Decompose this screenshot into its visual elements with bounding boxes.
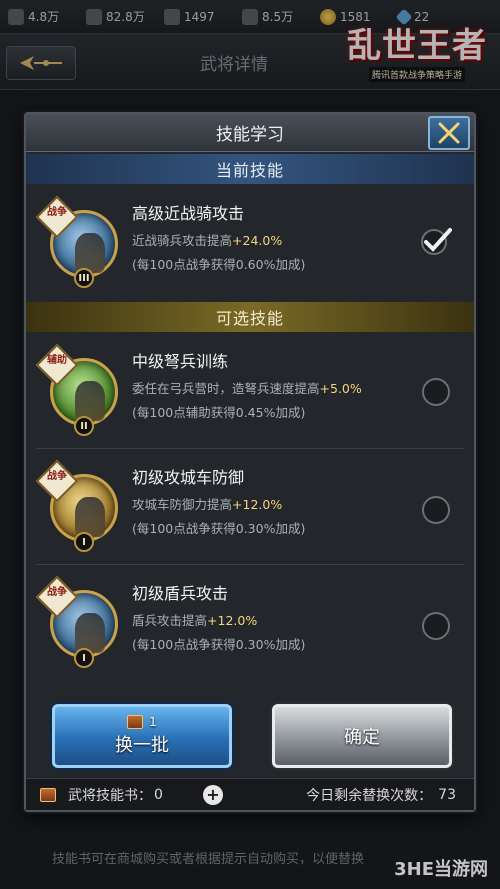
resource-wood: 82.8万 [86,8,158,25]
skill-bonus-note: (每100点辅助获得0.45%加成) [132,405,306,420]
row-divider [36,564,464,565]
wood-icon [86,8,102,25]
confirm-button[interactable]: 确定 [272,704,452,768]
confirm-button-label: 确定 [344,727,380,748]
skill-type-tag: 战争 [47,587,67,598]
skill-bonus-note: (每100点战争获得0.30%加成) [132,521,306,536]
skill-badge: 战争 I [35,575,122,668]
remaining-label: 今日剩余替换次数： [306,787,433,804]
skill-select-radio[interactable] [422,496,450,524]
skill-description: 委任在弓兵营时，造弩兵速度提高+5.0% [132,381,362,396]
books-label: 武将技能书： [68,787,152,804]
swap-cost: 1 [127,715,157,729]
skill-level-badge: III [74,268,94,288]
bottom-tip: 技能书可在商城购买或者根据提示自动购买，以便替换 [52,852,365,867]
skill-option-row[interactable]: 战争 I 初级盾兵攻击 盾兵攻击提高+12.0% (每100点战争获得0.30%… [26,566,474,678]
row-divider [36,448,464,449]
site-watermark: 3HE当游网 [394,859,488,880]
skill-name: 中级弩兵训练 [132,352,229,371]
skill-option-row[interactable]: 战争 I 初级攻城车防御 攻城车防御力提高+12.0% (每100点战争获得0.… [26,450,474,562]
skill-level-badge: I [74,532,94,552]
back-button[interactable] [6,46,76,80]
skill-bonus-note: (每100点战争获得0.30%加成) [132,637,306,652]
remaining-count: 73 [438,786,456,803]
optional-skill-header: 可选技能 [26,302,474,332]
skill-select-radio[interactable] [422,378,450,406]
back-arrow-icon [20,56,62,70]
dialog-title: 技能学习 [26,114,474,152]
swap-button-label: 换一批 [115,735,169,756]
add-books-button[interactable]: + [202,784,223,805]
background-title: 武将详情 [200,55,268,75]
dialog-footer: 武将技能书： 0 + 今日剩余替换次数： 73 [26,778,474,810]
skill-book-icon [40,787,56,802]
swap-batch-button[interactable]: 1 换一批 [52,704,232,768]
skill-name: 初级攻城车防御 [132,468,245,487]
skill-name: 高级近战骑攻击 [132,204,245,223]
skill-book-icon [127,715,144,729]
check-icon [421,228,452,255]
skill-select-radio[interactable] [422,612,450,640]
skill-description: 盾兵攻击提高+12.0% [132,613,258,628]
skill-badge: 战争 I [35,459,122,552]
current-skill-row: 战争 III 高级近战骑攻击 近战骑兵攻击提高+24.0% (每100点战争获得… [26,186,474,298]
logo-subtitle: 腾讯首款战争策略手游 [368,67,465,82]
food-icon [8,8,24,25]
skill-badge: 辅助 II [35,343,122,436]
skill-description: 攻城车防御力提高+12.0% [132,497,283,512]
game-logo: 乱世王者 腾讯首款战争策略手游 [342,2,492,98]
skill-name: 初级盾兵攻击 [132,584,229,603]
close-button[interactable] [428,116,470,150]
skill-type-tag: 战争 [47,471,67,482]
dialog-title-text: 技能学习 [216,125,284,145]
skill-type-tag: 辅助 [47,355,67,366]
skill-option-row[interactable]: 辅助 II 中级弩兵训练 委任在弓兵营时，造弩兵速度提高+5.0% (每100点… [26,334,474,446]
logo-title: 乱世王者 [347,26,487,66]
books-count: 0 [154,786,163,803]
skill-description: 近战骑兵攻击提高+24.0% [132,233,283,248]
resource-iron: 1497 [164,8,236,25]
stone-icon [242,8,258,25]
skill-bonus-note: (每100点战争获得0.60%加成) [132,257,306,272]
iron-icon [164,8,180,25]
resource-food: 4.8万 [8,8,80,25]
skill-badge: 战争 III [35,195,122,288]
skill-learn-dialog: 技能学习 当前技能 战争 III 高级近战骑攻击 近战骑兵攻击提高+24.0% … [24,112,476,812]
close-icon [438,122,460,144]
current-skill-header: 当前技能 [26,154,474,184]
skill-level-badge: I [74,648,94,668]
resource-stone: 8.5万 [242,8,314,25]
coin-icon [320,8,336,25]
skill-type-tag: 战争 [47,207,67,218]
skill-level-badge: II [74,416,94,436]
